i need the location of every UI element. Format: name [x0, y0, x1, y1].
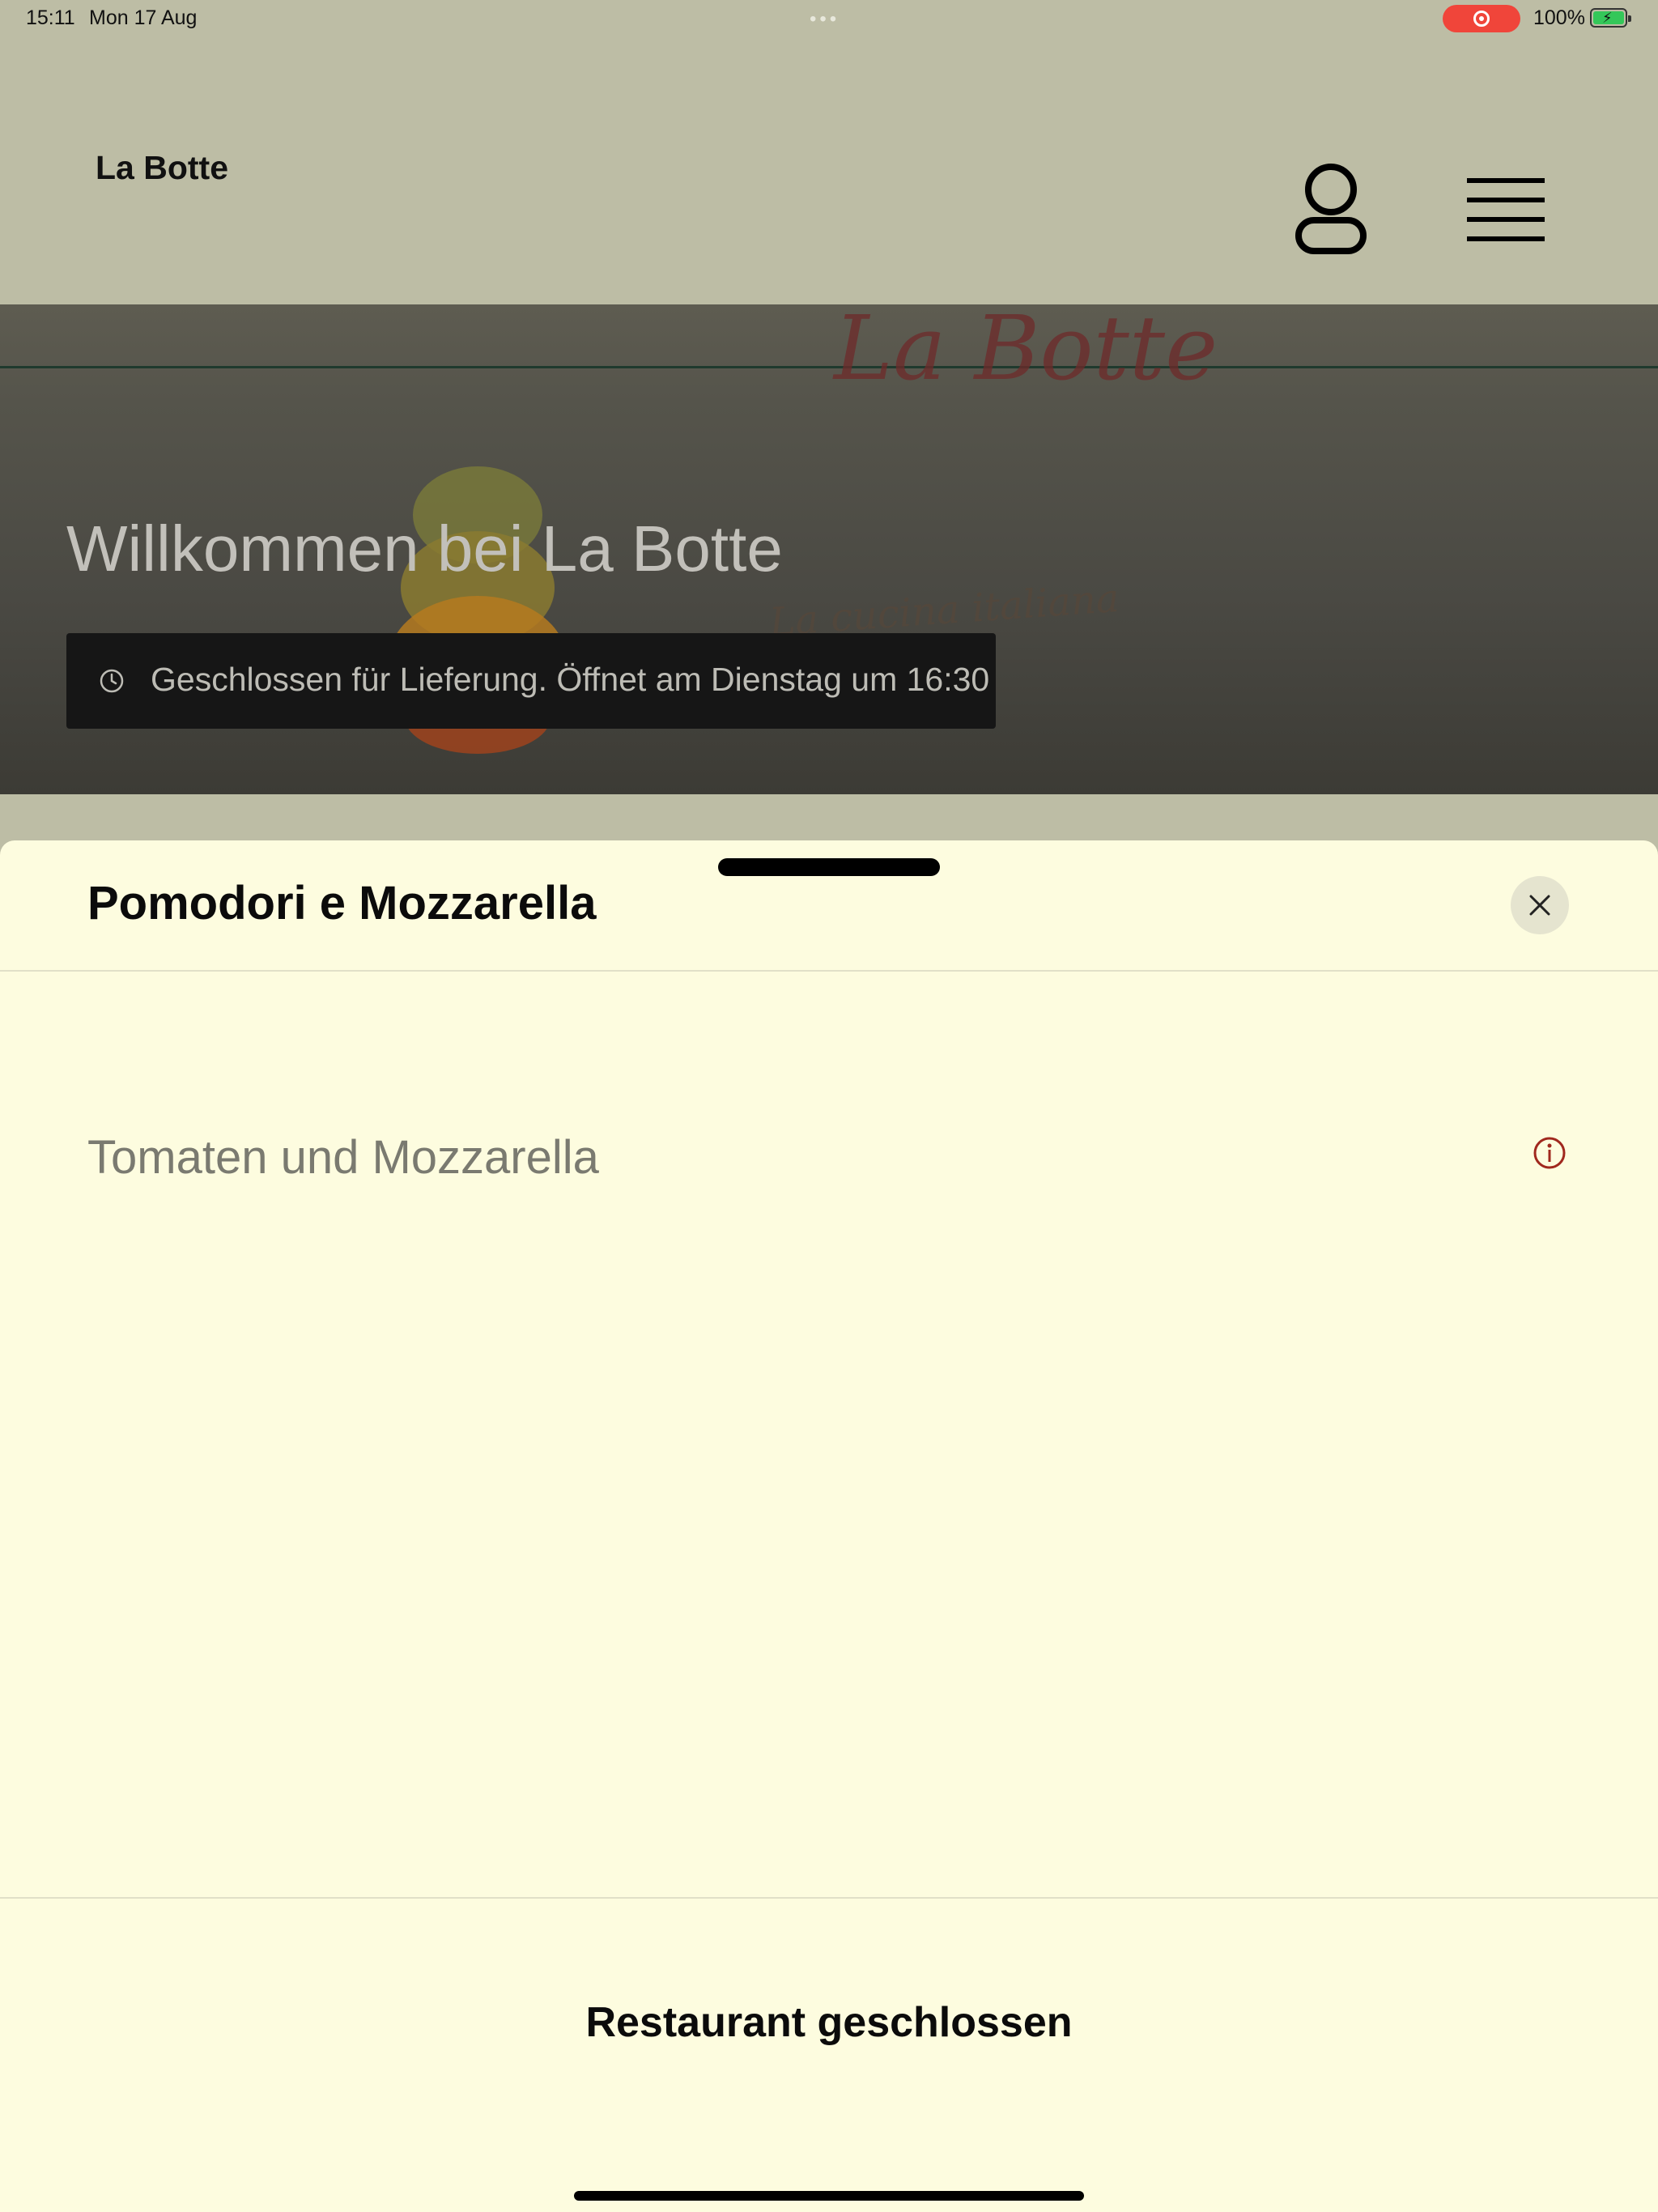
close-icon — [1529, 895, 1550, 916]
status-bar: 15:11 Mon 17 Aug ••• 100% ⚡ — [0, 0, 1658, 39]
hero-banner: La Botte La cucina italiana Willkommen b… — [0, 304, 1658, 794]
screen-recording-icon[interactable] — [1443, 5, 1520, 32]
sheet-header-divider — [0, 970, 1658, 972]
product-detail-sheet: Pomodori e Mozzarella Tomaten und Mozzar… — [0, 840, 1658, 2212]
hero-title: Willkommen bei La Botte — [66, 513, 783, 585]
status-date: Mon 17 Aug — [89, 6, 198, 29]
multitasking-dots-icon[interactable]: ••• — [810, 8, 840, 31]
battery-charging-icon: ⚡ — [1590, 8, 1631, 28]
user-icon[interactable] — [1294, 160, 1368, 257]
hero-divider — [0, 366, 1658, 368]
menu-icon[interactable] — [1465, 173, 1546, 246]
restaurant-closed-status: Restaurant geschlossen — [585, 1999, 1073, 2046]
close-button[interactable] — [1511, 876, 1569, 934]
home-indicator[interactable] — [574, 2191, 1084, 2201]
status-time: 15:11 — [26, 6, 75, 29]
delivery-status-notice: Geschlossen für Lieferung. Öffnet am Die… — [66, 633, 996, 729]
delivery-status-text: Geschlossen für Lieferung. Öffnet am Die… — [151, 661, 990, 698]
product-title: Pomodori e Mozzarella — [87, 877, 597, 929]
product-description: Tomaten und Mozzarella — [87, 1131, 599, 1184]
brand-name[interactable]: La Botte — [96, 149, 228, 187]
clock-icon — [100, 669, 124, 693]
app-header: La Botte — [0, 39, 1658, 304]
sheet-grabber-handle[interactable] — [718, 858, 940, 876]
sheet-footer-divider — [0, 1897, 1658, 1899]
info-icon[interactable] — [1532, 1135, 1567, 1171]
hero-logo-script: La Botte — [834, 304, 1218, 400]
battery-percent: 100% — [1533, 6, 1585, 29]
